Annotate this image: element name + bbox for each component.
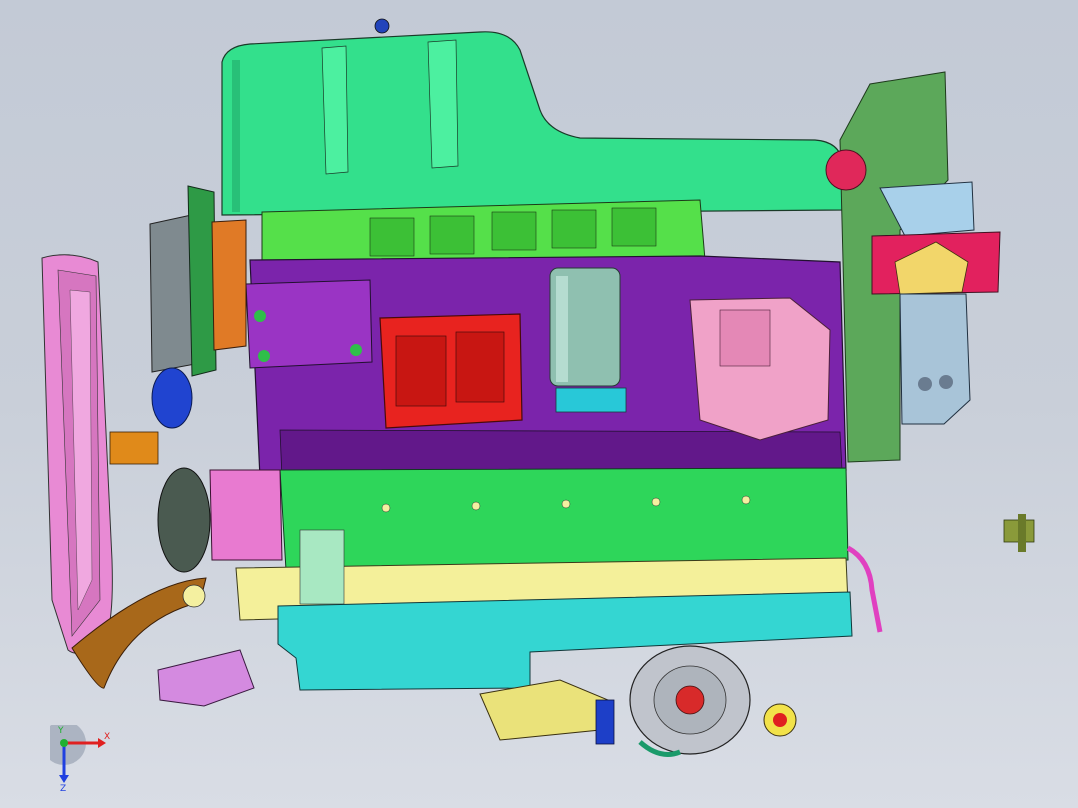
orientation-triad: X Y Z xyxy=(50,725,110,794)
y-axis-arrow xyxy=(60,739,68,747)
cad-viewport[interactable]: X Y Z xyxy=(0,0,1078,808)
flywheel-housing[interactable] xyxy=(41,254,113,654)
valve-body[interactable] xyxy=(279,467,849,571)
oil-pan[interactable] xyxy=(221,18,843,216)
oil-return-pipe[interactable] xyxy=(846,545,883,633)
x-axis-label: X xyxy=(104,732,110,742)
engine-assembly-model[interactable] xyxy=(0,0,1078,808)
fuel-injection-pump[interactable] xyxy=(689,297,831,441)
detached-fitting[interactable] xyxy=(1003,514,1035,552)
engine-control-unit[interactable] xyxy=(379,313,523,429)
oil-filter[interactable] xyxy=(549,267,627,413)
z-axis-label: Z xyxy=(60,784,66,794)
water-pump[interactable] xyxy=(157,649,255,707)
y-axis-label: Y xyxy=(57,726,64,736)
lower-crankcase[interactable] xyxy=(277,591,853,691)
